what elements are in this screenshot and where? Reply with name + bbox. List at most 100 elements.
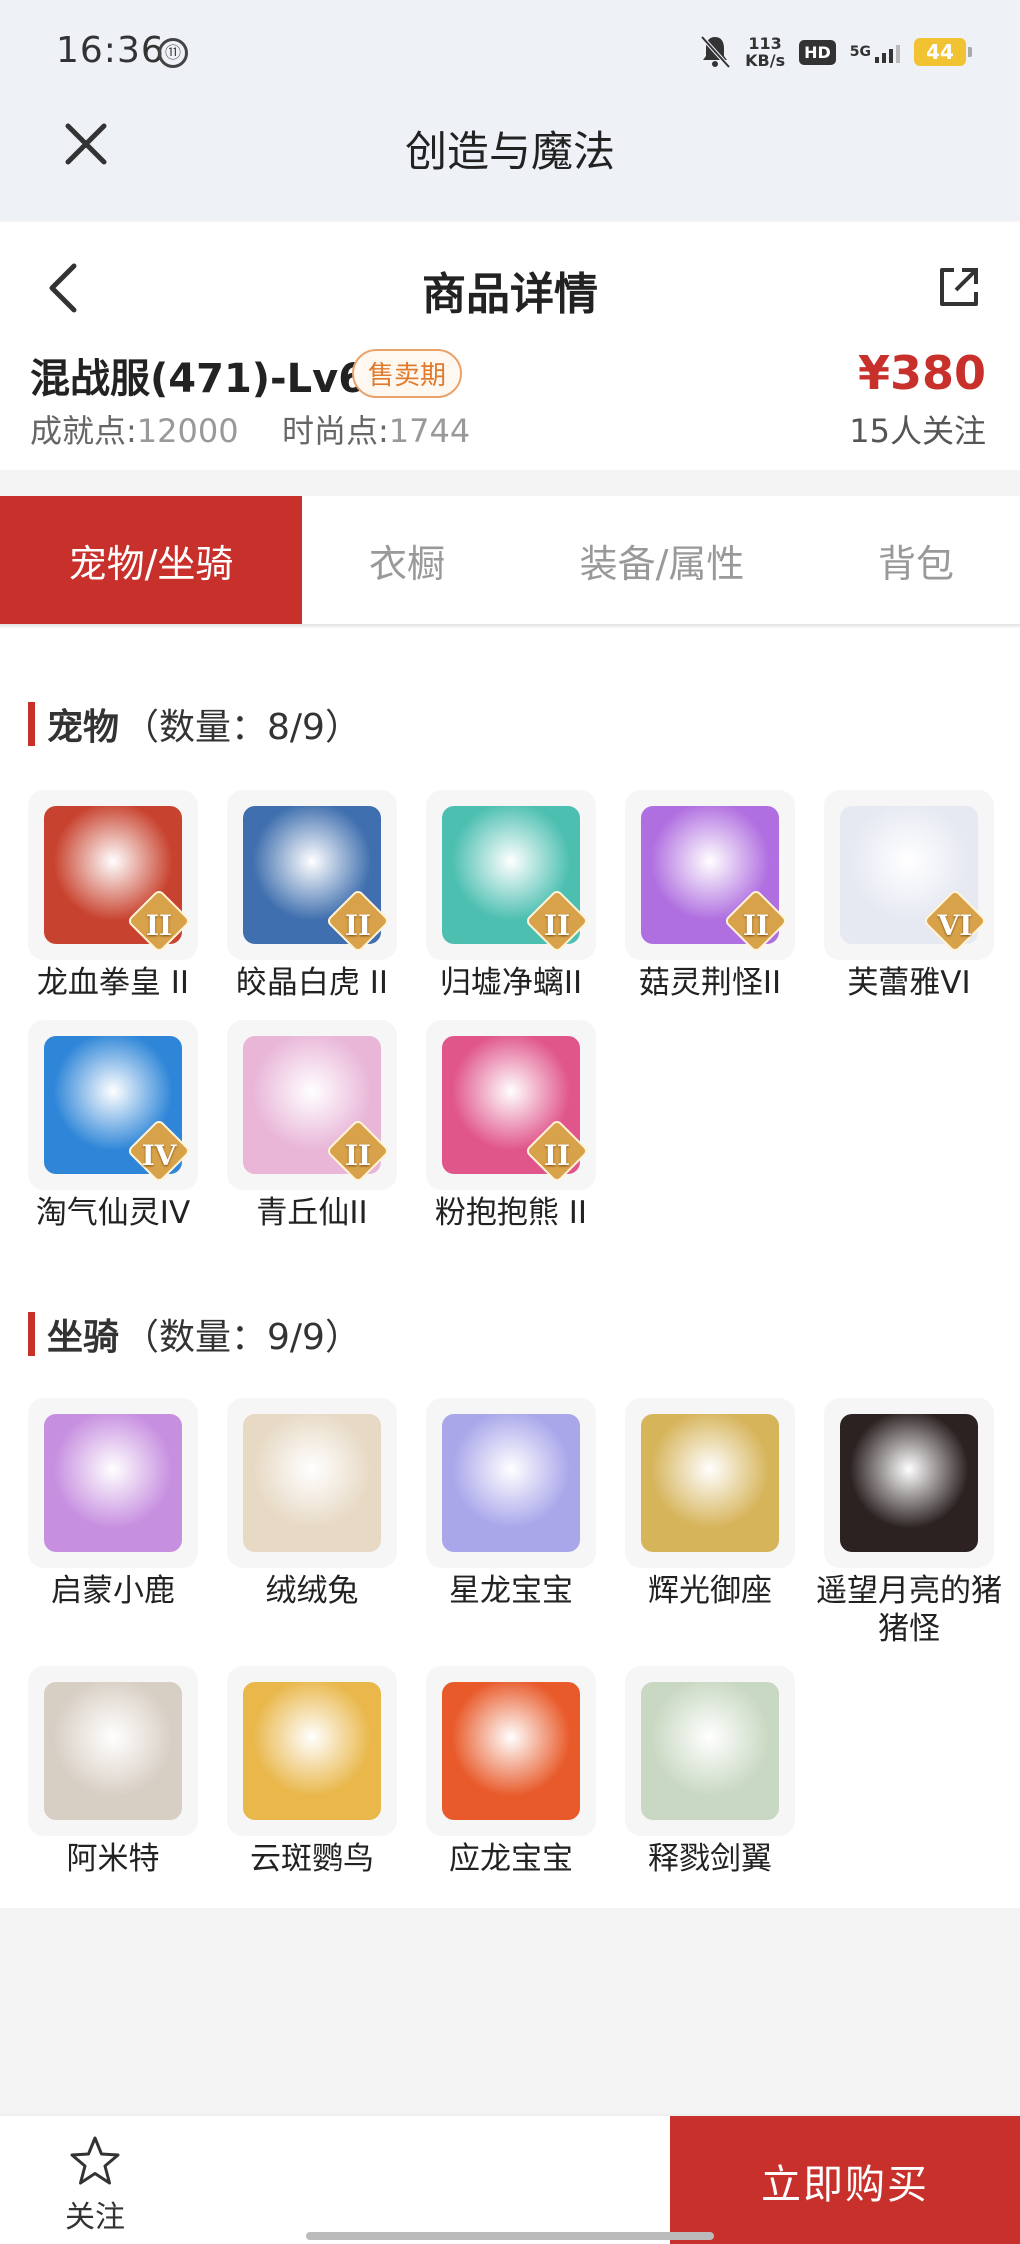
tier-label: II — [344, 909, 372, 942]
pet-item[interactable]: II 归墟净螭II — [426, 790, 596, 1002]
mount-item[interactable]: 释戮剑翼 — [625, 1666, 795, 1878]
star-icon — [70, 2136, 120, 2185]
mount-thumbnail — [625, 1398, 795, 1568]
tier-label: II — [543, 909, 571, 942]
followers-count: 15人关注 — [849, 412, 986, 450]
item-name: 归墟净螭II — [439, 965, 583, 1001]
signal-label: 5G — [849, 43, 871, 60]
item-name: 芙蕾雅VI — [847, 965, 971, 1001]
pets-section-title: 宠物 （数量：8/9） — [28, 698, 361, 750]
bell-off-icon — [699, 34, 731, 70]
item-name: 青丘仙II — [256, 1195, 368, 1231]
net-speed: 113 KB/s — [745, 34, 786, 70]
hd-icon: HD — [799, 39, 836, 65]
mount-thumbnail — [426, 1398, 596, 1568]
tab-backpack[interactable]: 背包 — [812, 496, 1020, 624]
pet-thumbnail: VI — [824, 790, 994, 960]
tab-wardrobe[interactable]: 衣橱 — [302, 496, 512, 624]
item-name: 释戮剑翼 — [648, 1841, 772, 1877]
page-title: 商品详情 — [422, 269, 598, 320]
mount-item[interactable]: 应龙宝宝 — [426, 1666, 596, 1878]
app-title: 创造与魔法 — [404, 127, 615, 176]
status-time: 16:36 — [56, 30, 165, 71]
tab-bar: 宠物/坐骑 衣橱 装备/属性 背包 — [0, 496, 1020, 626]
item-name: 应龙宝宝 — [449, 1841, 573, 1877]
fashion-points: 时尚点:1744 — [282, 412, 471, 450]
mount-item[interactable]: 启蒙小鹿 — [28, 1398, 198, 1648]
item-name: 辉光御座 — [648, 1573, 772, 1609]
pet-item[interactable]: II 菇灵荆怪II — [625, 790, 795, 1002]
pet-item[interactable]: II 皎晶白虎 II — [227, 790, 397, 1002]
mount-thumbnail — [426, 1666, 596, 1836]
pets-grid: II 龙血拳皇 II II 皎晶白虎 II II 归墟净螭II II 菇灵荆怪II VI 芙蕾雅V… — [28, 790, 994, 1232]
follow-label: 关注 — [65, 2200, 125, 2235]
signal-bars-icon — [875, 41, 900, 63]
detail-card: 商品详情 混战服(471)-Lv69 售卖期 ¥380 成就点:12000 时尚… — [0, 222, 1020, 470]
share-icon — [940, 268, 978, 306]
creature-art — [243, 1682, 381, 1820]
pet-thumbnail: II — [227, 790, 397, 960]
creature-art — [44, 1682, 182, 1820]
pet-item[interactable]: II 青丘仙II — [227, 1020, 397, 1232]
status-badge: 售卖期 — [352, 349, 463, 398]
item-name: 龙血拳皇 II — [36, 965, 190, 1001]
top-area: 16:36 ⑪ 113 KB/s HD 5G 44 创造与魔法 — [0, 0, 1020, 220]
pet-item[interactable]: II 龙血拳皇 II — [28, 790, 198, 1002]
item-name: 遥望月亮的猪猪怪 — [816, 1573, 1002, 1647]
mount-thumbnail — [227, 1398, 397, 1568]
bottom-bar: 关注 立即购买 — [0, 2114, 1020, 2244]
item-name: 云斑鹦鸟 — [250, 1841, 374, 1877]
creature-art — [442, 1682, 580, 1820]
tab-pets-mounts[interactable]: 宠物/坐骑 — [0, 496, 302, 624]
item-name: 启蒙小鹿 — [51, 1573, 175, 1609]
battery-icon: 44 — [914, 38, 972, 66]
creature-art — [243, 1414, 381, 1552]
tier-label: II — [344, 1139, 372, 1172]
item-name: 皎晶白虎 II — [235, 965, 389, 1001]
tab-equipment[interactable]: 装备/属性 — [512, 496, 812, 624]
item-name: 菇灵荆怪II — [638, 965, 782, 1001]
tier-label: II — [742, 909, 770, 942]
tier-label: II — [543, 1139, 571, 1172]
tier-label: IV — [141, 1139, 177, 1172]
server-name: 混战服(471)-Lv69 — [30, 356, 394, 402]
pet-thumbnail: II — [625, 790, 795, 960]
creature-art — [44, 1414, 182, 1552]
mount-item[interactable]: 阿米特 — [28, 1666, 198, 1878]
creature-art — [641, 1414, 779, 1552]
creature-art — [442, 1414, 580, 1552]
item-name: 阿米特 — [66, 1841, 160, 1877]
follow-button[interactable]: 关注 — [48, 2134, 142, 2236]
price: ¥380 — [857, 346, 986, 400]
buy-now-button[interactable]: 立即购买 — [670, 2116, 1020, 2244]
mount-item[interactable]: 云斑鹦鸟 — [227, 1666, 397, 1878]
mount-thumbnail — [625, 1666, 795, 1836]
item-name: 绒绒兔 — [265, 1573, 359, 1609]
creature-art — [641, 1682, 779, 1820]
pet-thumbnail: IV — [28, 1020, 198, 1190]
mount-item[interactable]: 绒绒兔 — [227, 1398, 397, 1648]
pet-item[interactable]: II 粉抱抱熊 II — [426, 1020, 596, 1232]
tier-label: VI — [937, 909, 973, 942]
mounts-grid: 启蒙小鹿 绒绒兔 星龙宝宝 辉光御座 遥望月亮的猪猪怪阿米特 云斑鹦鸟 应龙宝宝 释戮剑翼 — [28, 1398, 1002, 1878]
pet-thumbnail: II — [227, 1020, 397, 1190]
item-name: 星龙宝宝 — [449, 1573, 573, 1609]
status-app-icon: ⑪ — [158, 38, 188, 68]
mount-thumbnail — [28, 1398, 198, 1568]
mount-thumbnail — [824, 1398, 994, 1568]
mounts-section-title: 坐骑 （数量：9/9） — [28, 1308, 361, 1360]
mount-item[interactable]: 星龙宝宝 — [426, 1398, 596, 1648]
home-indicator — [306, 2232, 714, 2240]
item-name: 淘气仙灵IV — [35, 1195, 191, 1231]
content-panel: 宠物 （数量：8/9） II 龙血拳皇 II II 皎晶白虎 II II 归墟净螭II II 菇… — [0, 628, 1020, 1908]
item-name: 粉抱抱熊 II — [434, 1195, 588, 1231]
pet-thumbnail: II — [426, 790, 596, 960]
pet-item[interactable]: IV 淘气仙灵IV — [28, 1020, 198, 1232]
pet-thumbnail: II — [28, 790, 198, 960]
achievement-points: 成就点:12000 — [30, 412, 239, 450]
mount-item[interactable]: 遥望月亮的猪猪怪 — [816, 1398, 1002, 1648]
share-button[interactable] — [932, 260, 986, 314]
mount-item[interactable]: 辉光御座 — [625, 1398, 795, 1648]
pet-thumbnail: II — [426, 1020, 596, 1190]
pet-item[interactable]: VI 芙蕾雅VI — [824, 790, 994, 1002]
